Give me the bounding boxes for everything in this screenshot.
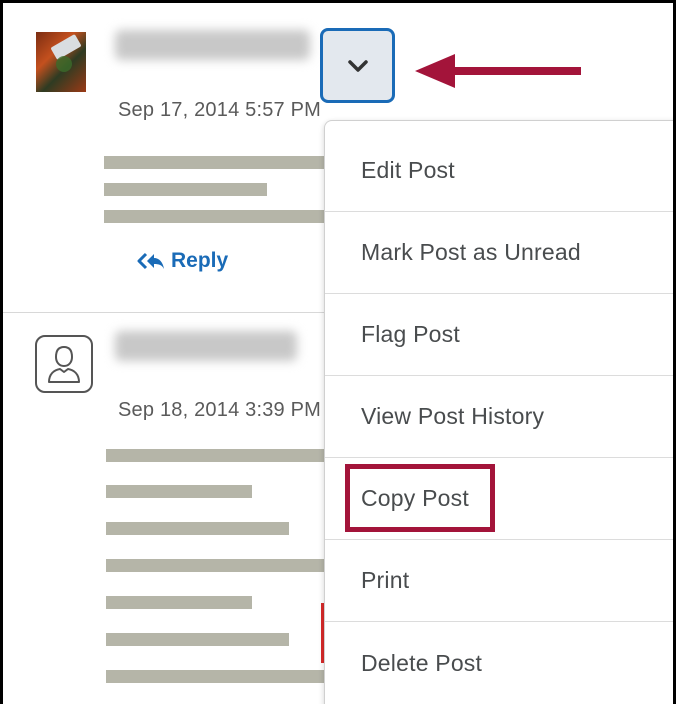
menu-item-delete-post[interactable]: Delete Post: [325, 622, 673, 704]
post-body-line: [106, 670, 328, 683]
discussion-thread-frame: Sep 17, 2014 5:57 PM Reply Sep 18, 2014 …: [0, 0, 676, 704]
post-timestamp: Sep 17, 2014 5:57 PM: [118, 99, 322, 121]
post-body-line: [106, 596, 252, 609]
author-name-blurred: [115, 331, 297, 361]
post-actions-button[interactable]: [320, 28, 395, 103]
post-body-line: [106, 559, 328, 572]
menu-item-print[interactable]: Print: [325, 540, 673, 622]
user-placeholder-icon: [48, 345, 80, 383]
post-body-line: [106, 449, 328, 462]
post-body-line: [104, 210, 329, 223]
pointer-arrow-icon: [415, 54, 581, 88]
menu-item-edit-post[interactable]: Edit Post: [325, 130, 673, 212]
reply-link[interactable]: Reply: [137, 249, 228, 273]
post-body-line: [104, 156, 329, 169]
post-timestamp: Sep 18, 2014 3:39 PM: [118, 399, 322, 421]
reply-all-icon: [137, 252, 164, 270]
post-body-line: [104, 183, 267, 196]
avatar: [36, 32, 86, 92]
menu-item-view-history[interactable]: View Post History: [325, 376, 673, 458]
avatar: [35, 335, 93, 393]
author-name-blurred: [115, 30, 310, 60]
post-body-line: [106, 522, 289, 535]
menu-item-flag-post[interactable]: Flag Post: [325, 294, 673, 376]
post-context-menu: Edit Post Mark Post as Unread Flag Post …: [324, 120, 673, 704]
post-body-line: [106, 633, 289, 646]
menu-item-copy-post[interactable]: Copy Post: [325, 458, 673, 540]
chevron-down-icon: [347, 59, 368, 72]
menu-item-mark-unread[interactable]: Mark Post as Unread: [325, 212, 673, 294]
post-body-line: [106, 485, 252, 498]
reply-label: Reply: [171, 249, 229, 272]
